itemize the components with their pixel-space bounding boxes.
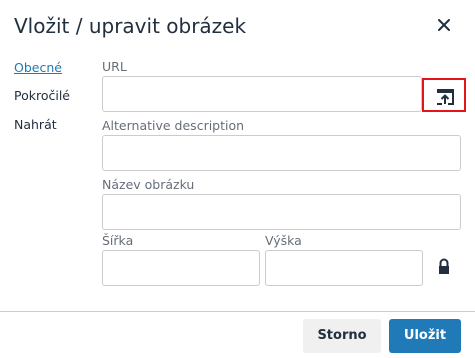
image-title-input[interactable] [102, 194, 461, 230]
browse-button[interactable] [422, 78, 466, 112]
url-input[interactable] [102, 76, 422, 112]
cancel-button[interactable]: Storno [303, 319, 381, 353]
footer-divider [0, 311, 475, 312]
width-label: Šířka [102, 233, 134, 248]
image-dialog: Vložit / upravit obrázek Obecné Pokročil… [0, 0, 475, 358]
tab-general[interactable]: Obecné [14, 60, 62, 76]
height-input[interactable] [265, 250, 423, 286]
width-input[interactable] [102, 250, 260, 286]
tab-advanced[interactable]: Pokročilé [14, 88, 70, 104]
dialog-title: Vložit / upravit obrázek [14, 14, 247, 38]
image-title-label: Název obrázku [102, 177, 195, 192]
close-icon [432, 13, 456, 37]
constrain-proportions-toggle[interactable] [436, 257, 452, 281]
alt-label: Alternative description [102, 118, 245, 133]
url-label: URL [102, 59, 127, 74]
lock-icon [436, 258, 452, 281]
alt-input[interactable] [102, 135, 461, 171]
height-label: Výška [265, 233, 302, 248]
save-button[interactable]: Uložit [389, 319, 461, 353]
close-button[interactable] [432, 13, 456, 37]
tab-upload[interactable]: Nahrát [14, 117, 57, 133]
